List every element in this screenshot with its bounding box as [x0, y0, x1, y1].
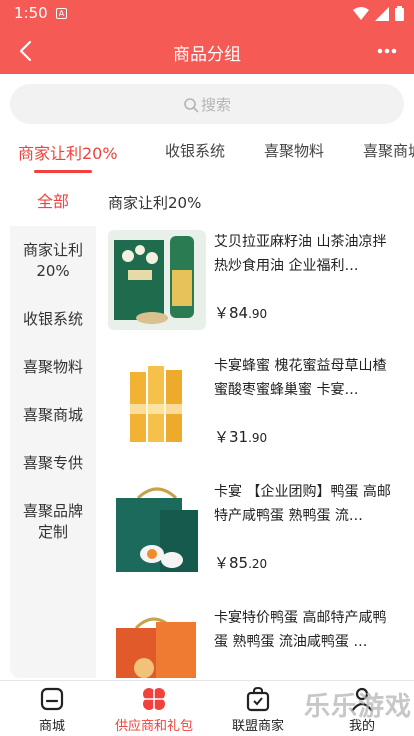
product-card[interactable]: 卡宴 【企业团购】鸭蛋 高邮特产咸鸭蛋 熟鸭蛋 流… ￥85.20: [106, 480, 402, 590]
duck-egg-giftbox-image: [108, 480, 206, 580]
search-placeholder: 搜索: [200, 96, 231, 114]
product-price: ￥31.90: [214, 428, 268, 446]
notification-icon: A: [56, 8, 67, 19]
sidebar-item-cashier[interactable]: 收银系统: [10, 309, 96, 330]
active-tab-indicator: [34, 170, 92, 173]
nav-bar: 商品分组: [0, 28, 414, 74]
sidebar-item-mall[interactable]: 喜聚商城: [10, 405, 96, 426]
bottom-nav-store[interactable]: 商城: [2, 685, 102, 734]
search-input[interactable]: 搜索: [10, 84, 404, 124]
bottom-nav-label: 供应商和礼包: [114, 719, 193, 734]
category-tabs: 商家让利20% 收银系统 喜聚物料 喜聚商城: [0, 130, 414, 174]
tab-mall[interactable]: 喜聚商城: [363, 140, 414, 161]
tab-merchant-discount[interactable]: 商家让利20%: [18, 140, 118, 164]
sidebar-item-all[interactable]: 全部: [10, 178, 96, 226]
bag-icon: [246, 686, 270, 712]
product-name: 卡宴蜂蜜 槐花蜜益母草山楂蜜酸枣蜜蜂巢蜜 卡宴…: [214, 358, 387, 398]
page-title: 商品分组: [173, 45, 241, 65]
sidebar-item-brand-custom[interactable]: 喜聚品牌 定制: [10, 501, 96, 543]
status-time: 1:50: [14, 4, 48, 22]
product-price: ￥85.20: [214, 554, 268, 572]
tab-materials[interactable]: 喜聚物料: [264, 140, 324, 161]
product-price: ￥84.90: [214, 304, 268, 322]
product-card[interactable]: 卡宴蜂蜜 槐花蜜益母草山楂蜜酸枣蜜蜂巢蜜 卡宴… ￥31.90: [106, 354, 402, 464]
bottom-nav-label: 商城: [38, 719, 65, 734]
wifi-icon: [353, 6, 369, 20]
tab-cashier-system[interactable]: 收银系统: [165, 140, 225, 161]
product-image: [108, 230, 206, 330]
oil-giftbox-image: [108, 230, 206, 330]
section-title: 商家让利20%: [108, 194, 202, 212]
gift-icon: [143, 688, 165, 710]
product-name: 卡宴特价鸭蛋 高邮特产咸鸭蛋 熟鸭蛋 流油咸鸭蛋 …: [214, 610, 387, 650]
product-image: [108, 480, 206, 580]
sidebar-item-materials[interactable]: 喜聚物料: [10, 357, 96, 378]
status-icons: [353, 6, 404, 21]
product-name: 艾贝拉亚麻籽油 山茶油凉拌热炒食用油 企业福利…: [214, 234, 387, 274]
product-card[interactable]: 艾贝拉亚麻籽油 山茶油凉拌热炒食用油 企业福利… ￥84.90: [106, 230, 402, 340]
search-icon: [184, 97, 199, 112]
sidebar: 全部 商家让利 20% 收银系统 喜聚物料 喜聚商城 喜聚专供 喜聚品牌 定制: [10, 178, 96, 678]
product-image: [108, 354, 206, 454]
honey-sticks-image: [108, 354, 206, 454]
watermark: 乐乐游戏: [303, 692, 412, 722]
product-name: 卡宴 【企业团购】鸭蛋 高邮特产咸鸭蛋 熟鸭蛋 流…: [214, 484, 391, 524]
battery-icon: [395, 6, 404, 21]
product-image: [108, 606, 206, 678]
store-icon: [40, 687, 64, 711]
signal-icon: [375, 6, 389, 21]
bottom-nav-label: 联盟商家: [231, 719, 284, 734]
more-icon[interactable]: [376, 40, 398, 62]
sidebar-item-exclusive[interactable]: 喜聚专供: [10, 453, 96, 474]
product-card[interactable]: 卡宴特价鸭蛋 高邮特产咸鸭蛋 熟鸭蛋 流油咸鸭蛋 …: [106, 606, 402, 678]
status-bar: 1:50 A: [0, 0, 414, 28]
sidebar-item-merchant-discount[interactable]: 商家让利 20%: [10, 240, 96, 282]
duck-egg-bag-image: [108, 606, 206, 678]
bottom-nav-alliance[interactable]: 联盟商家: [208, 685, 308, 734]
content-panel: 全部 商家让利 20% 收银系统 喜聚物料 喜聚商城 喜聚专供 喜聚品牌 定制 …: [10, 178, 404, 678]
search-placeholder-row: 搜索: [10, 94, 404, 115]
bottom-nav-gift[interactable]: 供应商和礼包: [104, 685, 204, 734]
